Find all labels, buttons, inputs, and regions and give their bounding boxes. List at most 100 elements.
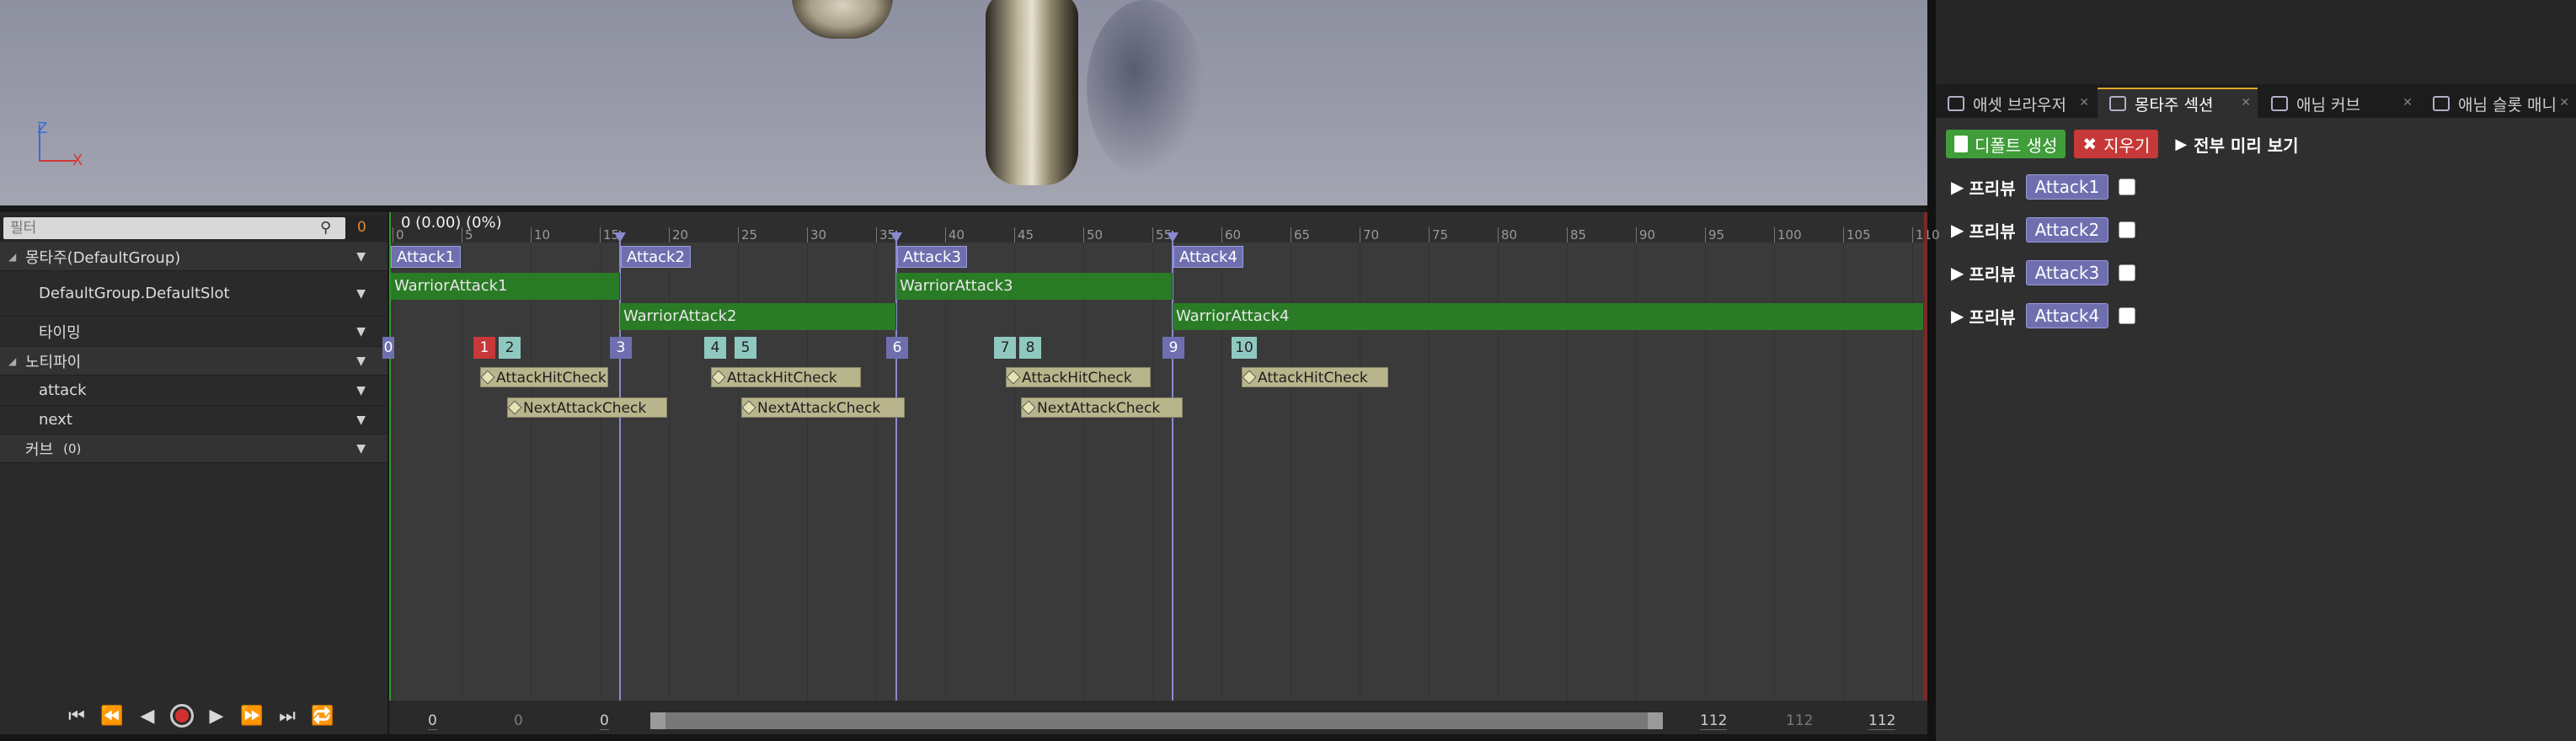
chevron-down-icon[interactable]: ▼	[356, 325, 366, 339]
chevron-down-icon[interactable]: ▼	[356, 384, 366, 397]
play-icon: ▶	[1951, 306, 1964, 326]
section-flag-icon[interactable]	[890, 232, 902, 243]
grid-line	[1152, 243, 1153, 741]
section-checkbox[interactable]	[2119, 179, 2136, 195]
timing-marker[interactable]: 9	[1162, 337, 1184, 359]
collapse-icon[interactable]: ◢	[8, 251, 16, 263]
ruler-tick: 100	[1774, 227, 1802, 243]
collapse-icon[interactable]: ◢	[8, 355, 16, 367]
notify-attack-hit-check[interactable]: AttackHitCheck	[480, 367, 608, 387]
skip-to-start-button[interactable]: ⏮	[64, 706, 89, 727]
panel-splitter[interactable]	[1927, 0, 1936, 741]
tab-anim-slot-manager[interactable]: 애님 슬롯 매니 ✕	[2421, 88, 2576, 118]
view-end-field[interactable]: 112	[1700, 712, 1728, 730]
range-end-field[interactable]: 112	[1868, 712, 1896, 730]
filter-input[interactable]	[3, 217, 345, 239]
loop-button[interactable]: 🔁	[310, 706, 335, 727]
range-start-field[interactable]: 0	[428, 712, 437, 730]
timing-marker[interactable]: 2	[499, 337, 521, 359]
section-line[interactable]	[619, 231, 621, 704]
record-button[interactable]	[170, 704, 194, 728]
scrollbar-left-handle[interactable]	[650, 712, 665, 729]
tree-row-curve[interactable]: 커브 (0) ▼	[0, 434, 387, 463]
notify-attack-hit-check[interactable]: AttackHitCheck	[711, 367, 861, 387]
section-label[interactable]: Attack2	[621, 246, 691, 268]
section-flag-icon[interactable]	[614, 232, 626, 243]
preview-button[interactable]: ▶ 프리뷰	[1951, 218, 2016, 243]
play-button[interactable]: ▶	[204, 706, 229, 727]
curve-count: (0)	[63, 440, 82, 456]
close-icon[interactable]: ✕	[2241, 96, 2251, 109]
tab-asset-browser[interactable]: 애셋 브라우저 ✕	[1936, 88, 2096, 118]
clear-button[interactable]: ✖ 지우기	[2074, 130, 2159, 158]
close-icon[interactable]: ✕	[2079, 96, 2089, 109]
timeline-scrollbar[interactable]	[650, 712, 1663, 729]
anim-segment[interactable]: WarriorAttack1	[391, 273, 620, 300]
ruler-tick: 85	[1567, 227, 1586, 243]
close-icon[interactable]: ✕	[2402, 96, 2413, 109]
section-flag-icon[interactable]	[1167, 232, 1178, 243]
section-label[interactable]: Attack4	[1173, 246, 1243, 268]
section-checkbox[interactable]	[2119, 221, 2136, 238]
tree-row-attack[interactable]: attack ▼	[0, 376, 387, 406]
timing-marker[interactable]: 0	[382, 337, 394, 359]
timing-marker[interactable]: 10	[1232, 337, 1257, 359]
scrollbar-right-handle[interactable]	[1648, 712, 1663, 729]
section-label[interactable]: Attack3	[897, 246, 967, 268]
timing-marker[interactable]: 3	[610, 337, 632, 359]
timeline[interactable]: 0 (0.00) (0%) 0 5 10 15 20 25 30 35 40 45 50 55 60 65…	[382, 212, 1940, 741]
view-start-field[interactable]: 0	[600, 712, 609, 730]
preview-button[interactable]: ▶ 프리뷰	[1951, 175, 2016, 200]
notify-attack-hit-check[interactable]: AttackHitCheck	[1006, 367, 1151, 387]
section-chip[interactable]: Attack1	[2025, 174, 2109, 200]
timing-marker[interactable]: 6	[886, 337, 908, 359]
step-forward-button[interactable]: ⏩	[239, 706, 265, 727]
range-start-readonly: 0	[514, 712, 523, 729]
timing-marker[interactable]: 8	[1019, 337, 1041, 359]
section-checkbox[interactable]	[2119, 264, 2136, 281]
section-label[interactable]: Attack1	[391, 246, 461, 268]
tree-row-notify[interactable]: ◢ 노티파이 ▼	[0, 347, 387, 376]
section-checkbox[interactable]	[2119, 307, 2136, 324]
chevron-down-icon[interactable]: ▼	[356, 250, 366, 264]
tree-row-timing[interactable]: 타이밍 ▼	[0, 317, 387, 347]
create-default-button[interactable]: 디폴트 생성	[1946, 130, 2066, 158]
anim-segment[interactable]: WarriorAttack2	[620, 303, 896, 330]
preview-button[interactable]: ▶ 프리뷰	[1951, 261, 2016, 285]
chevron-down-icon[interactable]: ▼	[356, 287, 366, 301]
section-chip[interactable]: Attack3	[2025, 260, 2109, 285]
chevron-down-icon[interactable]: ▼	[356, 355, 366, 368]
viewport[interactable]: Z X	[0, 0, 1927, 205]
timing-marker[interactable]: 7	[994, 337, 1016, 359]
close-icon[interactable]: ✕	[2559, 96, 2569, 109]
ruler-tick: 40	[945, 227, 965, 243]
section-line[interactable]	[1172, 231, 1173, 704]
anim-segment[interactable]: WarriorAttack3	[896, 273, 1173, 300]
notify-next-attack-check[interactable]: NextAttackCheck	[1021, 397, 1183, 418]
timing-marker[interactable]: 5	[735, 337, 756, 359]
timing-marker[interactable]: 4	[704, 337, 726, 359]
timing-marker[interactable]: 1	[473, 337, 495, 359]
chevron-down-icon[interactable]: ▼	[356, 413, 366, 427]
section-chip[interactable]: Attack4	[2025, 303, 2109, 328]
tab-anim-curves[interactable]: 애님 커브 ✕	[2259, 88, 2419, 118]
chevron-down-icon[interactable]: ▼	[356, 442, 366, 456]
preview-label: 프리뷰	[1969, 307, 2016, 328]
play-reverse-button[interactable]: ◀	[135, 706, 160, 727]
ruler-tick: 105	[1843, 227, 1871, 243]
step-back-button[interactable]: ⏪	[99, 706, 125, 727]
tab-montage-sections[interactable]: 몽타주 섹션 ✕	[2098, 88, 2258, 118]
section-line[interactable]	[895, 231, 897, 704]
anim-segment[interactable]: WarriorAttack4	[1173, 303, 1924, 330]
preview-button[interactable]: ▶ 프리뷰	[1951, 304, 2016, 328]
notify-attack-hit-check[interactable]: AttackHitCheck	[1242, 367, 1388, 387]
tree-row-next[interactable]: next ▼	[0, 406, 387, 434]
search-icon[interactable]: ⚲	[320, 219, 340, 237]
preview-all-button[interactable]: ▶ 전부 미리 보기	[2167, 130, 2306, 158]
notify-next-attack-check[interactable]: NextAttackCheck	[507, 397, 667, 418]
skip-to-end-button[interactable]: ⏭	[275, 706, 300, 727]
section-chip[interactable]: Attack2	[2025, 217, 2109, 243]
tree-row-montage[interactable]: ◢ 몽타주(DefaultGroup) ▼	[0, 243, 387, 271]
tree-row-slot[interactable]: DefaultGroup.DefaultSlot ▼	[0, 271, 387, 317]
notify-next-attack-check[interactable]: NextAttackCheck	[741, 397, 905, 418]
